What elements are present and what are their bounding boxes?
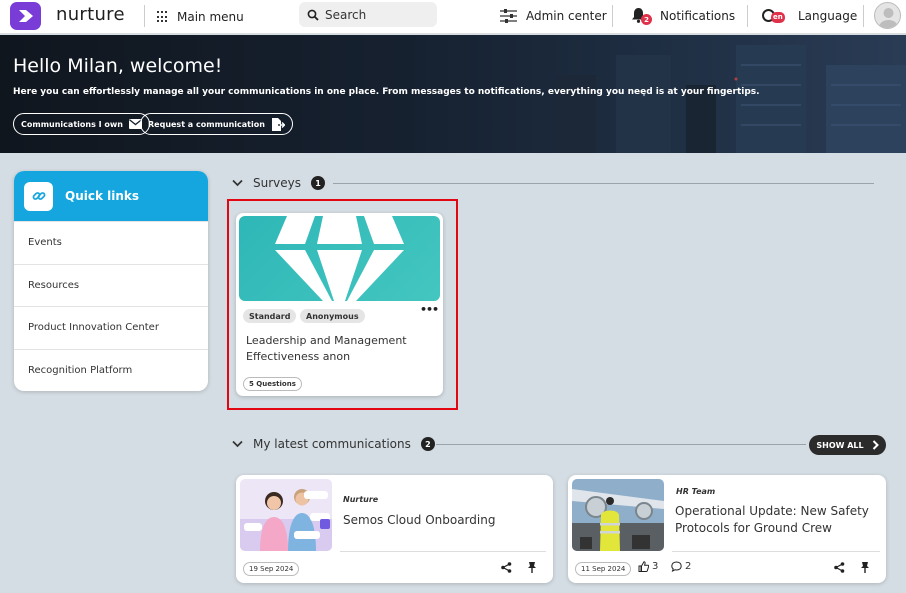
surveys-section-toggle[interactable]: Surveys 1 — [232, 176, 325, 190]
sliders-icon — [500, 9, 517, 23]
quick-link-resources[interactable]: Resources — [14, 263, 208, 307]
survey-tag: Standard — [243, 309, 297, 323]
card-divider — [340, 551, 546, 552]
likes-count: 3 — [652, 561, 659, 572]
language-label: Language — [798, 9, 858, 23]
admin-center-button[interactable]: Admin center — [500, 5, 607, 27]
pin-icon[interactable] — [860, 562, 870, 573]
search-placeholder: Search — [325, 7, 367, 22]
share-icon[interactable] — [834, 562, 845, 573]
show-all-button[interactable]: SHOW ALL — [809, 435, 886, 455]
section-divider — [436, 444, 806, 445]
chevron-right-icon — [872, 440, 879, 450]
nurture-logo-icon[interactable] — [10, 2, 41, 30]
communications-i-own-label: Communications I own — [21, 119, 123, 129]
communication-thumbnail — [572, 479, 664, 551]
questions-count-chip: 5 Questions — [243, 377, 302, 391]
communication-title: Semos Cloud Onboarding — [343, 513, 496, 527]
diamond-icon — [239, 216, 440, 301]
quick-link-recognition-platform[interactable]: Recognition Platform — [14, 348, 208, 392]
quick-link-events[interactable]: Events — [14, 221, 208, 264]
communications-i-own-button[interactable]: Communications I own — [13, 113, 150, 135]
quick-links-header: Quick links — [14, 171, 208, 221]
communications-section-toggle[interactable]: My latest communications 2 — [232, 437, 435, 451]
grid-menu-icon — [157, 11, 169, 23]
chevron-down-icon — [232, 179, 243, 187]
survey-tag: Anonymous — [300, 309, 365, 323]
communication-card[interactable]: Nurture Semos Cloud Onboarding 19 Sep 20… — [236, 475, 553, 583]
request-communication-button[interactable]: Request a communication — [140, 113, 293, 135]
comment-icon — [671, 561, 682, 572]
survey-title[interactable]: Leadership and Management Effectiveness … — [246, 333, 436, 365]
communication-title: Operational Update: New Safety Protocols… — [675, 504, 869, 535]
admin-center-label: Admin center — [526, 9, 607, 23]
main-menu-label: Main menu — [177, 10, 244, 24]
search-icon — [307, 9, 319, 21]
quick-links-panel: Quick links Events Resources Product Inn… — [14, 171, 208, 391]
communication-date: 19 Sep 2024 — [243, 562, 300, 576]
divider — [863, 5, 864, 27]
main-menu-button[interactable]: Main menu — [157, 7, 244, 27]
welcome-banner: Hello Milan, welcome! Here you can effor… — [0, 35, 906, 153]
divider — [144, 5, 145, 27]
comments-count: 2 — [685, 561, 692, 572]
thumbs-up-icon — [638, 561, 649, 572]
link-icon — [24, 181, 53, 211]
pin-icon[interactable] — [527, 562, 537, 573]
communication-card[interactable]: HR Team Operational Update: New Safety P… — [568, 475, 886, 583]
likes-button[interactable]: 3 — [638, 561, 658, 572]
notifications-button[interactable]: 2 Notifications — [631, 5, 735, 27]
divider — [747, 5, 748, 27]
notification-count-badge: 2 — [641, 14, 652, 25]
communication-date: 11 Sep 2024 — [575, 562, 632, 576]
user-avatar[interactable] — [874, 2, 901, 29]
language-button[interactable]: en Language — [762, 5, 857, 27]
language-code-badge: en — [771, 12, 785, 23]
request-communication-label: Request a communication — [148, 119, 265, 129]
top-navigation-bar: nurture Main menu Search Admin center 2 … — [0, 0, 906, 34]
search-input[interactable]: Search — [299, 2, 437, 27]
survey-card[interactable]: Standard Anonymous ••• Leadership and Ma… — [236, 213, 443, 396]
more-options-icon[interactable]: ••• — [420, 303, 439, 316]
quick-link-product-innovation-center[interactable]: Product Innovation Center — [14, 306, 208, 349]
welcome-title: Hello Milan, welcome! — [13, 55, 223, 77]
communications-title: My latest communications — [253, 437, 411, 451]
surveys-count-badge: 1 — [311, 176, 325, 190]
communication-author: Nurture — [343, 495, 379, 504]
surveys-title: Surveys — [253, 176, 301, 190]
chevron-down-icon — [232, 440, 243, 448]
document-arrow-icon — [271, 117, 285, 131]
share-icon[interactable] — [501, 562, 512, 573]
bell-icon: 2 — [631, 7, 652, 25]
section-divider — [333, 183, 874, 184]
show-all-label: SHOW ALL — [816, 440, 864, 450]
divider — [612, 5, 613, 27]
notifications-label: Notifications — [660, 9, 736, 23]
card-divider — [672, 551, 880, 552]
brand-name: nurture — [56, 4, 125, 25]
communication-author: HR Team — [676, 487, 716, 496]
communication-thumbnail — [240, 479, 332, 551]
comments-button[interactable]: 2 — [671, 561, 691, 572]
language-icon: en — [762, 8, 789, 24]
quick-links-title: Quick links — [65, 189, 140, 203]
communications-count-badge: 2 — [420, 437, 435, 451]
welcome-subtitle: Here you can effortlessly manage all you… — [13, 87, 760, 97]
